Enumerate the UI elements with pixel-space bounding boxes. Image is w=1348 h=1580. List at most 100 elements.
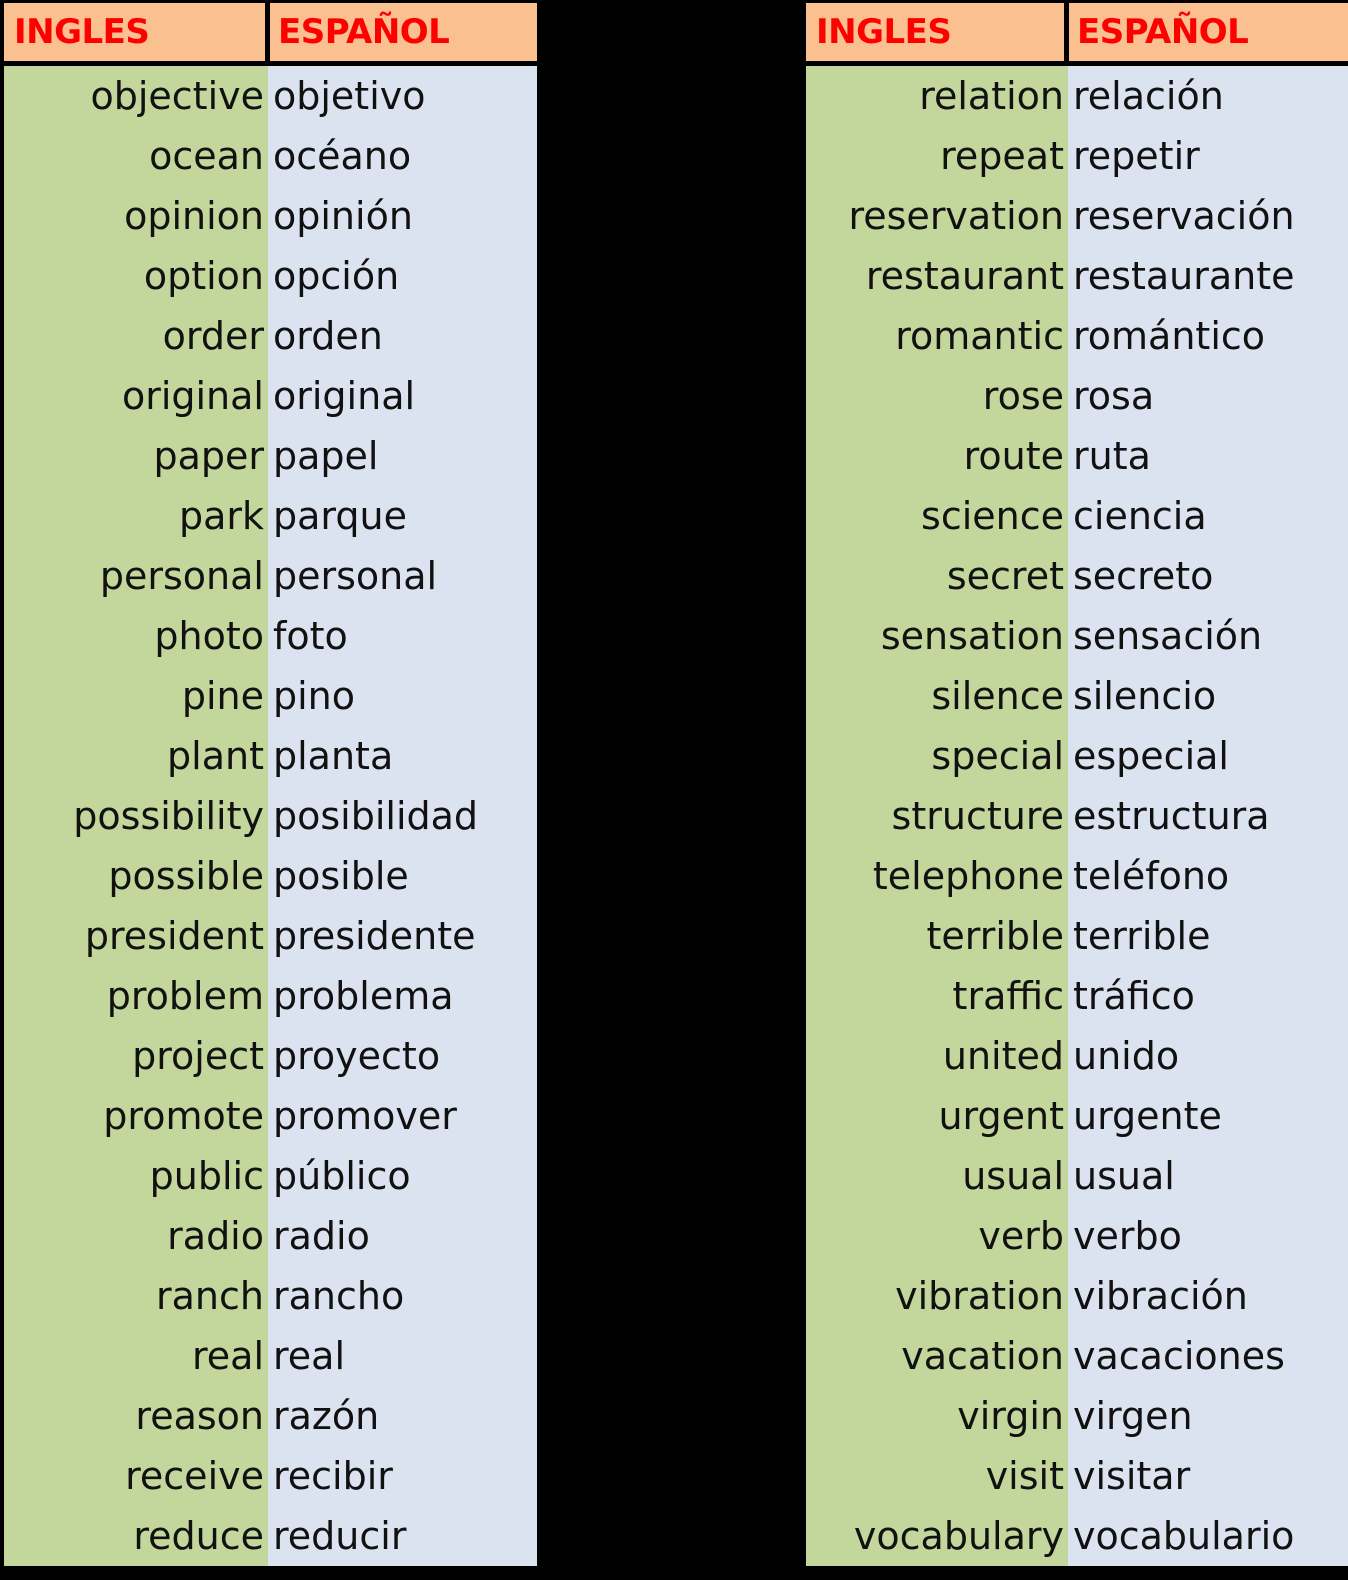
- cell-english: terrible: [806, 906, 1068, 966]
- table-row: verb verbo: [806, 1206, 1348, 1266]
- cell-spanish: visitar: [1068, 1446, 1348, 1506]
- cell-spanish: vocabulario: [1068, 1506, 1348, 1566]
- table-row: virgin virgen: [806, 1386, 1348, 1446]
- cell-spanish: terrible: [1068, 906, 1348, 966]
- table-row: problem problema: [4, 966, 537, 1026]
- cell-english: telephone: [806, 846, 1068, 906]
- table-row: president presidente: [4, 906, 537, 966]
- cell-english: photo: [4, 606, 268, 666]
- table-row: original original: [4, 366, 537, 426]
- table-row: option opción: [4, 246, 537, 306]
- table-row: vibration vibración: [806, 1266, 1348, 1326]
- table-row: reduce reducir: [4, 1506, 537, 1566]
- cell-spanish: relación: [1068, 66, 1348, 126]
- table-row: promote promover: [4, 1086, 537, 1146]
- table-row: real real: [4, 1326, 537, 1386]
- cell-english: special: [806, 726, 1068, 786]
- table-row: usual usual: [806, 1146, 1348, 1206]
- table-row: possibility posibilidad: [4, 786, 537, 846]
- cell-english: restaurant: [806, 246, 1068, 306]
- cell-english: romantic: [806, 306, 1068, 366]
- cell-english: ranch: [4, 1266, 268, 1326]
- cell-spanish: problema: [268, 966, 537, 1026]
- cell-spanish: verbo: [1068, 1206, 1348, 1266]
- cell-spanish: reservación: [1068, 186, 1348, 246]
- cell-spanish: foto: [268, 606, 537, 666]
- table-body-right: relation relación repeat repetir reservation…: [806, 66, 1348, 1566]
- table-header-row: INGLES ESPAÑOL: [806, 3, 1348, 66]
- cell-spanish: original: [268, 366, 537, 426]
- cell-english: paper: [4, 426, 268, 486]
- table-row: restaurant restaurante: [806, 246, 1348, 306]
- cell-english: visit: [806, 1446, 1068, 1506]
- table-row: secret secreto: [806, 546, 1348, 606]
- table-row: possible posible: [4, 846, 537, 906]
- table-row: radio radio: [4, 1206, 537, 1266]
- table-row: repeat repetir: [806, 126, 1348, 186]
- table-row: terrible terrible: [806, 906, 1348, 966]
- table-header-row: INGLES ESPAÑOL: [4, 3, 537, 66]
- table-row: romantic romántico: [806, 306, 1348, 366]
- cell-spanish: parque: [268, 486, 537, 546]
- cell-english: promote: [4, 1086, 268, 1146]
- cell-english: park: [4, 486, 268, 546]
- cell-english: plant: [4, 726, 268, 786]
- table-row: special especial: [806, 726, 1348, 786]
- table-row: order orden: [4, 306, 537, 366]
- cell-english: reduce: [4, 1506, 268, 1566]
- column-header-english-label: INGLES: [816, 12, 952, 52]
- cell-english: radio: [4, 1206, 268, 1266]
- cell-english: reason: [4, 1386, 268, 1446]
- cell-english: urgent: [806, 1086, 1068, 1146]
- cell-spanish: urgente: [1068, 1086, 1348, 1146]
- cell-english: vocabulary: [806, 1506, 1068, 1566]
- cell-english: order: [4, 306, 268, 366]
- table-row: park parque: [4, 486, 537, 546]
- cell-english: science: [806, 486, 1068, 546]
- cell-english: rose: [806, 366, 1068, 426]
- cell-spanish: radio: [268, 1206, 537, 1266]
- table-row: sensation sensación: [806, 606, 1348, 666]
- cell-spanish: repetir: [1068, 126, 1348, 186]
- cell-spanish: teléfono: [1068, 846, 1348, 906]
- cell-spanish: usual: [1068, 1146, 1348, 1206]
- cell-spanish: opción: [268, 246, 537, 306]
- cell-english: sensation: [806, 606, 1068, 666]
- cell-spanish: unido: [1068, 1026, 1348, 1086]
- cell-english: real: [4, 1326, 268, 1386]
- vocabulary-table-left: INGLES ESPAÑOL objective objetivo ocean océ…: [4, 3, 537, 1566]
- cell-english: problem: [4, 966, 268, 1026]
- cell-spanish: océano: [268, 126, 537, 186]
- table-row: reason razón: [4, 1386, 537, 1446]
- table-row: structure estructura: [806, 786, 1348, 846]
- table-row: objective objetivo: [4, 66, 537, 126]
- cell-english: virgin: [806, 1386, 1068, 1446]
- cell-spanish: orden: [268, 306, 537, 366]
- cell-spanish: objetivo: [268, 66, 537, 126]
- cell-spanish: virgen: [1068, 1386, 1348, 1446]
- cell-spanish: secreto: [1068, 546, 1348, 606]
- cell-english: usual: [806, 1146, 1068, 1206]
- column-header-english: INGLES: [806, 3, 1064, 61]
- cell-english: united: [806, 1026, 1068, 1086]
- cell-english: traffic: [806, 966, 1068, 1026]
- cell-english: secret: [806, 546, 1068, 606]
- table-row: relation relación: [806, 66, 1348, 126]
- column-header-spanish: ESPAÑOL: [1069, 3, 1348, 61]
- cell-spanish: público: [268, 1146, 537, 1206]
- cell-english: repeat: [806, 126, 1068, 186]
- cell-english: vibration: [806, 1266, 1068, 1326]
- table-row: reservation reservación: [806, 186, 1348, 246]
- cell-english: reservation: [806, 186, 1068, 246]
- cell-english: pine: [4, 666, 268, 726]
- cell-english: original: [4, 366, 268, 426]
- cell-english: president: [4, 906, 268, 966]
- cell-english: possibility: [4, 786, 268, 846]
- cell-english: silence: [806, 666, 1068, 726]
- table-row: personal personal: [4, 546, 537, 606]
- cell-english: structure: [806, 786, 1068, 846]
- cell-spanish: sensación: [1068, 606, 1348, 666]
- cell-spanish: ciencia: [1068, 486, 1348, 546]
- table-row: photo foto: [4, 606, 537, 666]
- table-row: route ruta: [806, 426, 1348, 486]
